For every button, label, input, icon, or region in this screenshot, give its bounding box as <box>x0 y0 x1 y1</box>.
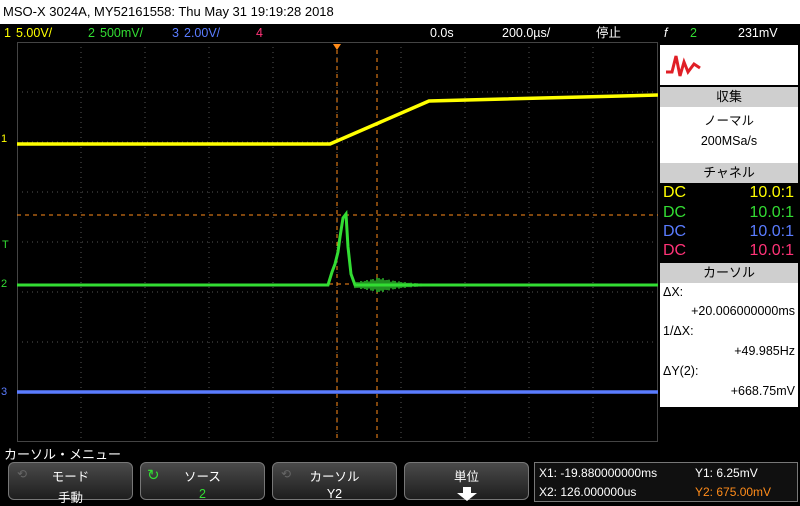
waveform-display[interactable] <box>17 42 659 442</box>
trigger-level-marker[interactable]: T <box>2 239 9 251</box>
brand-sub: TECHNOLOGIES <box>706 67 778 77</box>
delta-x-value: +20.006000000ms <box>691 304 795 318</box>
cursor-readout: X1: -19.880000000ms Y1: 6.25mV X2: 126.0… <box>534 462 798 502</box>
ch1-scale[interactable]: 5.00V/ <box>16 24 52 42</box>
x2-readout: X2: 126.000000us <box>539 485 637 499</box>
cursor-label: カーソル <box>309 470 360 484</box>
acquisition-mode: ノーマル <box>703 114 754 128</box>
keysight-wave-icon <box>666 55 701 77</box>
ch2-num[interactable]: 2 <box>88 24 95 42</box>
cursor-header: カーソル <box>660 263 798 283</box>
ch4-probe: 10.0:1 <box>749 242 794 259</box>
trigger-position-icon <box>333 44 341 50</box>
trigger-level[interactable]: 231mV <box>738 24 778 42</box>
ch3-coupling: DC <box>663 223 687 240</box>
sample-rate: 200MSa/s <box>700 134 758 148</box>
delta-y-value: +668.75mV <box>730 384 795 398</box>
submenu-arrow-icon <box>456 487 477 501</box>
channel-markers: 1 T 2 3 <box>0 42 17 442</box>
cursor-softkey[interactable]: ⟲ カーソル Y2 <box>272 462 397 501</box>
source-value: 2 <box>199 487 206 501</box>
ch1-ground-marker[interactable]: 1 <box>1 132 15 146</box>
ch3-num[interactable]: 3 <box>172 24 179 42</box>
window-title: MSO-X 3024A, MY52161558: Thu May 31 19:1… <box>0 0 800 24</box>
trigger-source[interactable]: 2 <box>690 24 697 42</box>
info-panel: KEYSIGHT TECHNOLOGIES 収集 ノーマル 200MSa/s チ… <box>660 42 800 442</box>
ch4-coupling: DC <box>663 242 687 259</box>
ch2-probe: 10.0:1 <box>749 204 794 221</box>
units-label: 単位 <box>453 470 479 484</box>
run-state[interactable]: 停止 <box>596 24 621 42</box>
source-rotate-icon: ↻ <box>147 467 160 484</box>
mode-softkey[interactable]: ⟲ モード 手動 <box>8 462 133 505</box>
trigger-edge-icon[interactable]: f <box>664 24 667 42</box>
graticule-svg <box>17 42 659 442</box>
brand-name: KEYSIGHT <box>706 51 777 66</box>
cursor-box: ΔX: +20.006000000ms 1/ΔX: +49.985Hz ΔY(2… <box>660 283 798 407</box>
ch2-scale[interactable]: 500mV/ <box>100 24 143 42</box>
softkey-menu: カーソル・メニュー ⟲ モード 手動 ↻ ソース 2 ⟲ カーソル Y2 単位 … <box>0 442 800 505</box>
inverse-delta-x-label: 1/ΔX: <box>663 324 694 338</box>
inverse-delta-x-value: +49.985Hz <box>734 344 795 358</box>
cursor-rotate-icon: ⟲ <box>281 467 292 481</box>
ch1-num[interactable]: 1 <box>4 24 11 42</box>
x1-readout: X1: -19.880000000ms <box>539 466 658 480</box>
time-scale[interactable]: 200.0µs/ <box>502 24 550 42</box>
cursor-value: Y2 <box>326 487 343 501</box>
acquisition-box: ノーマル 200MSa/s <box>660 107 798 163</box>
mode-rotate-icon: ⟲ <box>17 467 28 481</box>
y1-readout: Y1: 6.25mV <box>695 466 758 480</box>
time-delay[interactable]: 0.0s <box>430 24 454 42</box>
delta-x-label: ΔX: <box>663 285 684 299</box>
ch4-num[interactable]: 4 <box>256 24 263 42</box>
channel-list: DC 10.0:1 DC 10.0:1 DC 10.0:1 DC 10.0:1 <box>660 183 798 263</box>
delta-y-label: ΔY(2): <box>663 364 699 378</box>
ch2-ground-marker[interactable]: 2 <box>1 277 15 291</box>
ch2-ringing <box>354 277 432 293</box>
ch3-scale[interactable]: 2.00V/ <box>184 24 220 42</box>
ch2-coupling: DC <box>663 204 687 221</box>
ch1-probe: 10.0:1 <box>749 184 794 201</box>
source-softkey[interactable]: ↻ ソース 2 <box>140 462 265 501</box>
units-softkey[interactable]: 単位 <box>404 462 529 501</box>
channel-status-bar: 1 5.00V/ 2 500mV/ 3 2.00V/ 4 0.0s 200.0µ… <box>0 24 800 42</box>
y2-readout: Y2: 675.00mV <box>695 485 772 499</box>
menu-title: カーソル・メニュー <box>4 447 122 462</box>
ch3-ground-marker[interactable]: 3 <box>1 385 15 399</box>
ch3-probe: 10.0:1 <box>749 223 794 240</box>
ch1-coupling: DC <box>663 184 687 201</box>
acquisition-header: 収集 <box>660 87 798 107</box>
channel-header: チャネル <box>660 163 798 183</box>
mode-value: 手動 <box>57 491 83 505</box>
mode-label: モード <box>51 470 90 484</box>
keysight-logo: KEYSIGHT TECHNOLOGIES <box>660 45 798 85</box>
